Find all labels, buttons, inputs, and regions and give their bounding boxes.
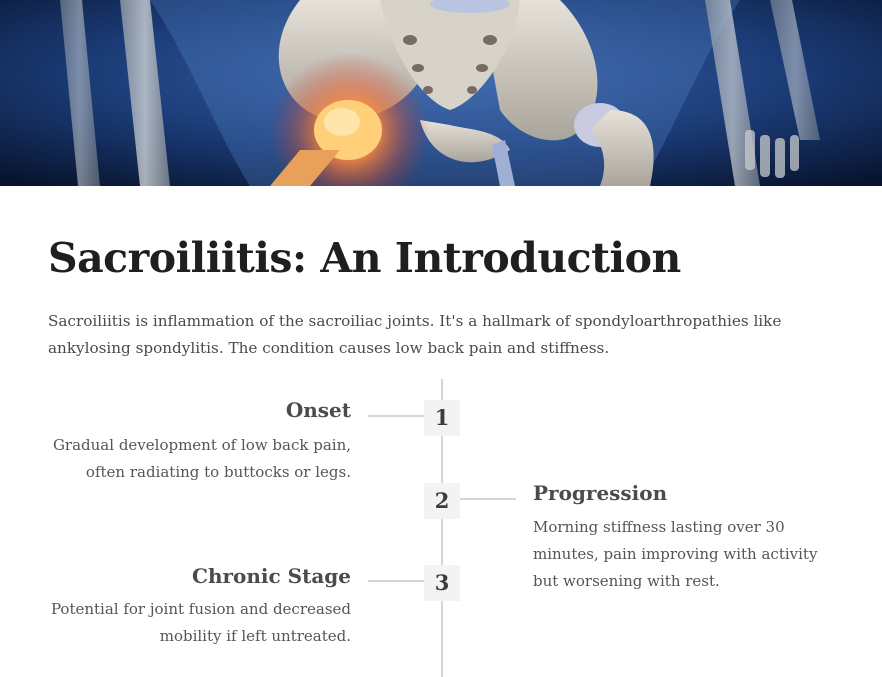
timeline-connector xyxy=(460,498,516,500)
step-description: Gradual development of low back pain, of… xyxy=(52,436,351,481)
page-title: Sacroiliitis: An Introduction xyxy=(48,234,681,282)
intro-paragraph: Sacroiliitis is inflammation of the sacr… xyxy=(48,312,782,357)
timeline-connector xyxy=(368,580,424,582)
step-title: Onset xyxy=(285,398,351,422)
step-number-badge: 2 xyxy=(424,483,460,519)
step-number-badge: 3 xyxy=(424,565,460,601)
timeline-connector xyxy=(368,415,424,417)
step-description: Morning stiffness lasting over 30 minute… xyxy=(533,518,818,590)
hero-image xyxy=(0,0,882,186)
step-description: Potential for joint fusion and decreased… xyxy=(50,600,351,645)
step-title: Chronic Stage xyxy=(192,564,351,588)
step-title: Progression xyxy=(533,481,668,505)
step-number-badge: 1 xyxy=(424,400,460,436)
pelvis-skeleton-xray-image xyxy=(0,0,882,186)
